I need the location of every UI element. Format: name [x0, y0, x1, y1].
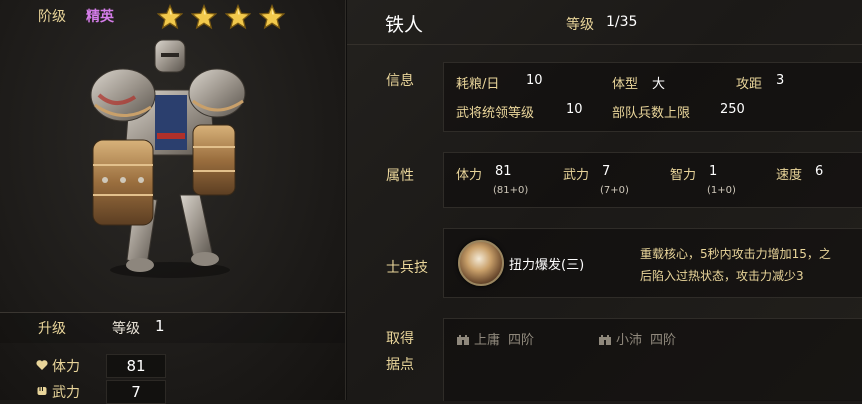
header-level-label: 等级 [566, 17, 594, 33]
unit-name: 铁人 [385, 14, 424, 36]
attr-value-int: 1 [709, 164, 718, 179]
range-label: 攻距 [736, 77, 763, 92]
troop-label: 部队兵数上限 [612, 106, 691, 121]
command-value: 10 [566, 102, 583, 117]
acquire-label-2: 据点 [386, 357, 414, 373]
attr-sub-int: (1+0) [707, 185, 736, 196]
troop-value: 250 [720, 102, 745, 117]
header-level-value: 1/35 [606, 14, 638, 30]
star-rating [157, 4, 285, 30]
skill-section-label: 士兵技 [386, 260, 428, 276]
location-item-xiaopei[interactable]: 小沛 四阶 [598, 329, 676, 348]
star-icon [157, 4, 183, 30]
star-icon [259, 4, 285, 30]
food-label: 耗粮/日 [456, 77, 500, 92]
location-tier: 四阶 [650, 333, 677, 348]
skill-name: 扭力爆发(三) [509, 258, 585, 273]
grade-value: 精英 [86, 9, 114, 25]
upgrade-label: 升级 [38, 321, 66, 337]
size-label: 体型 [612, 77, 639, 92]
location-name: 小沛 [616, 333, 643, 348]
header-divider [347, 44, 862, 45]
skill-description: 重载核心，5秒内攻击力增加15，之 后陷入过热状态，攻击力减少3 [640, 243, 860, 287]
skill-icon[interactable] [458, 240, 504, 286]
attr-value-hp: 81 [495, 164, 512, 179]
stat-label-hp: 体力 [52, 359, 80, 375]
stat-value-hp: 81 [106, 354, 166, 378]
attr-sub-atk: (7+0) [600, 185, 629, 196]
attr-label-hp: 体力 [456, 168, 483, 183]
command-label: 武将统领等级 [456, 106, 535, 121]
level-value: 1 [155, 317, 165, 335]
food-value: 10 [526, 73, 543, 88]
castle-icon [457, 334, 469, 345]
stat-value-atk: 7 [106, 380, 166, 404]
location-name: 上庸 [474, 333, 501, 348]
star-icon [191, 4, 217, 30]
skill-desc-line-1: 重载核心，5秒内攻击力增加15，之 [640, 247, 831, 261]
star-icon [225, 4, 251, 30]
level-label: 等级 [112, 321, 140, 337]
attr-label-atk: 武力 [563, 168, 590, 183]
range-value: 3 [776, 73, 785, 88]
location-item-shangyong[interactable]: 上庸 四阶 [456, 329, 534, 348]
attr-sub-hp: (81+0) [493, 185, 529, 196]
heart-icon [36, 360, 48, 370]
info-section-label: 信息 [386, 73, 414, 89]
grade-label: 阶级 [38, 9, 66, 25]
attr-label-int: 智力 [670, 168, 697, 183]
attr-value-spd: 6 [815, 164, 824, 179]
attr-label-spd: 速度 [776, 168, 803, 183]
acquire-label-1: 取得 [386, 331, 414, 347]
castle-icon [599, 334, 611, 345]
location-tier: 四阶 [508, 333, 535, 348]
stat-label-atk: 武力 [52, 385, 80, 401]
size-value: 大 [652, 77, 666, 92]
attr-section-label: 属性 [386, 168, 414, 184]
fist-icon [37, 387, 47, 395]
attr-value-atk: 7 [602, 164, 611, 179]
unit-portrait [90, 39, 246, 278]
skill-desc-line-2: 后陷入过热状态，攻击力减少3 [640, 269, 804, 283]
